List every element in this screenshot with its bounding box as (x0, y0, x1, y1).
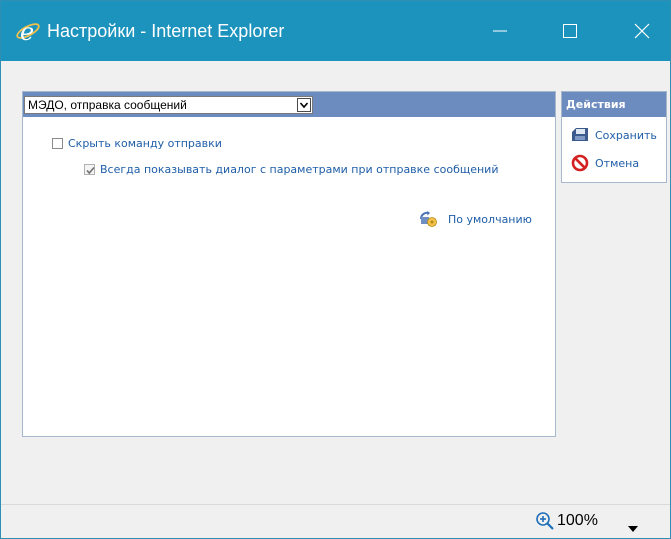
zoom-level: 100% (557, 512, 598, 529)
maximize-icon (563, 24, 577, 38)
settings-panel-header: МЭДО, отправка сообщений (23, 92, 555, 117)
cancel-button[interactable]: Отмена (570, 154, 639, 172)
settings-category-select[interactable]: МЭДО, отправка сообщений (24, 96, 313, 114)
chevron-down-icon[interactable] (297, 98, 311, 112)
hide-send-command-option[interactable]: Скрыть команду отправки (52, 137, 222, 150)
window-title: Настройки - Internet Explorer (47, 21, 285, 41)
cancel-icon (570, 154, 590, 172)
cancel-label[interactable]: Отмена (595, 157, 639, 170)
settings-panel: МЭДО, отправка сообщений Скрыть команду … (22, 91, 556, 437)
actions-panel-title: Действия (562, 92, 666, 117)
save-disk-icon (570, 126, 590, 144)
actions-panel: Действия Сохранить Отмена (561, 91, 667, 183)
hide-send-command-label[interactable]: Скрыть команду отправки (68, 137, 222, 150)
save-button[interactable]: Сохранить (570, 126, 657, 144)
browser-window: e Настройки - Internet Explorer МЭДО, от… (0, 0, 671, 539)
close-icon (634, 23, 650, 39)
page-content: МЭДО, отправка сообщений Скрыть команду … (1, 61, 670, 504)
resize-grip-icon[interactable] (658, 529, 668, 538)
internet-explorer-icon: e (15, 18, 41, 46)
always-show-dialog-option[interactable]: Всегда показывать диалог с параметрами п… (84, 163, 498, 176)
settings-category-value: МЭДО, отправка сообщений (28, 98, 187, 112)
always-show-dialog-checkbox[interactable] (84, 164, 95, 175)
reset-defaults-icon (418, 210, 438, 228)
svg-text:e: e (20, 18, 34, 44)
restore-defaults-link[interactable]: По умолчанию (418, 210, 532, 228)
maximize-button[interactable] (549, 13, 591, 49)
zoom-in-icon (535, 511, 555, 531)
checkmark-icon (86, 166, 95, 175)
restore-defaults-label[interactable]: По умолчанию (448, 213, 532, 226)
save-label[interactable]: Сохранить (595, 129, 657, 142)
zoom-dropdown-icon[interactable] (627, 518, 639, 532)
close-button[interactable] (621, 13, 663, 49)
minimize-icon (493, 30, 507, 32)
always-show-dialog-label[interactable]: Всегда показывать диалог с параметрами п… (100, 163, 498, 176)
minimize-button[interactable] (479, 13, 521, 49)
title-bar[interactable]: e Настройки - Internet Explorer (1, 1, 670, 61)
zoom-control[interactable]: 100% (535, 511, 598, 531)
status-bar: 100% (1, 504, 670, 538)
hide-send-command-checkbox[interactable] (52, 138, 63, 149)
